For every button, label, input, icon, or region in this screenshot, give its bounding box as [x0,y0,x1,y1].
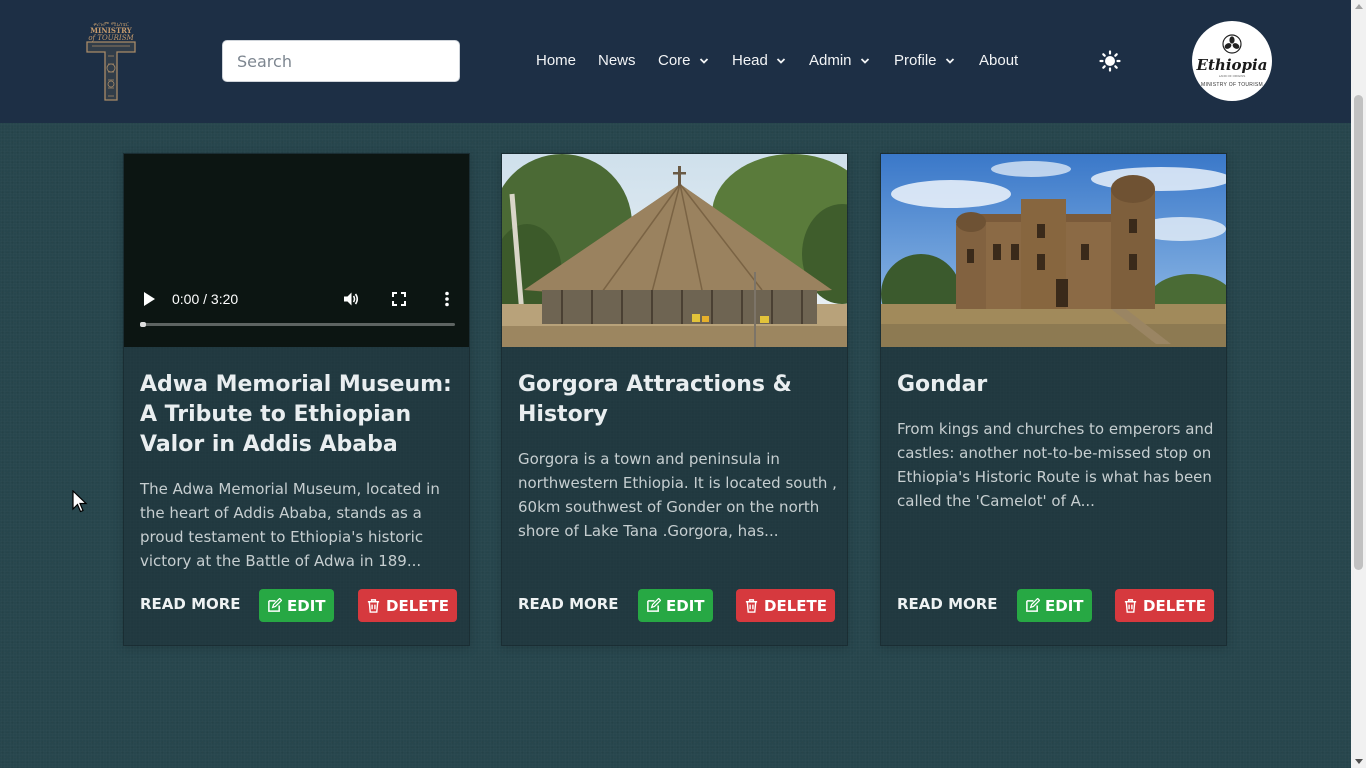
chevron-down-icon [945,58,954,64]
trash-icon [1124,599,1137,613]
delete-label: DELETE [386,596,449,615]
edit-label: EDIT [287,596,326,615]
nav-admin-dropdown[interactable]: Admin [809,51,870,71]
edit-button[interactable]: EDIT [638,589,713,622]
video-time: 0:00 / 3:20 [172,291,239,307]
card-description: From kings and churches to emperors and … [897,420,1214,510]
attraction-card: Gondar From kings and churches to empero… [880,153,1227,646]
edit-button[interactable]: EDIT [259,589,334,622]
edit-icon [647,598,661,612]
ethiopia-emblem-icon [1222,34,1242,54]
page-scrollbar[interactable] [1351,0,1366,768]
card-image[interactable] [502,154,847,347]
theme-toggle-button[interactable] [1099,50,1121,72]
nav-home-label: Home [536,52,577,69]
attraction-card: 0:00 / 3:20 Adwa Memorial Museum: A Trib… [123,153,470,646]
nav-core-dropdown[interactable]: Core [658,51,709,71]
svg-text:of TOURISM: of TOURISM [88,34,134,42]
delete-button[interactable]: DELETE [358,589,457,622]
delete-button[interactable]: DELETE [1115,589,1214,622]
nav-head-label: Head [732,52,768,69]
card-title: Adwa Memorial Museum: A Tribute to Ethio… [140,372,452,457]
fullscreen-icon[interactable] [392,291,406,307]
delete-label: DELETE [1143,596,1206,615]
sun-icon [1099,50,1121,72]
chevron-down-icon [699,58,708,64]
card-title: Gorgora Attractions & History [518,372,792,427]
card-image[interactable] [881,154,1226,347]
nav-home[interactable]: Home [536,51,576,71]
video-progress-bar[interactable] [140,322,455,327]
edit-label: EDIT [666,596,705,615]
nav-news-label: News [598,52,636,69]
play-icon[interactable] [142,291,156,307]
scroll-down-arrow-icon[interactable] [1355,759,1363,764]
ethiopia-brand-logo[interactable]: Ethiopia LAND OF ORIGINS MINISTRY OF TOU… [1192,21,1272,101]
edit-icon [1026,598,1040,612]
nav-about-label: About [979,52,1019,69]
nav-profile-label: Profile [894,52,937,69]
delete-label: DELETE [764,596,827,615]
trash-icon [745,599,758,613]
video-progress-knob[interactable] [140,322,146,327]
search-input[interactable] [222,40,460,82]
nav-admin-label: Admin [809,52,852,69]
gondar-castle-image [881,154,1226,347]
read-more-link[interactable]: READ MORE [518,595,619,613]
ministry-t-logo-icon: ቱሪዝም ሚኒስቴር MINISTRY of TOURISM [86,22,136,101]
card-description: The Adwa Memorial Museum, located in the… [140,480,440,570]
scrollbar-thumb[interactable] [1354,95,1363,570]
edit-button[interactable]: EDIT [1017,589,1092,622]
read-more-link[interactable]: READ MORE [897,595,998,613]
nav-news[interactable]: News [598,51,636,71]
card-description: Gorgora is a town and peninsula in north… [518,450,837,540]
round-church-image [502,154,847,347]
volume-icon[interactable] [343,291,359,307]
navbar: ቱሪዝም ሚኒስቴር MINISTRY of TOURISM Home News… [0,0,1351,123]
nav-core-label: Core [658,52,691,69]
nav-head-dropdown[interactable]: Head [732,51,786,71]
trash-icon [367,599,380,613]
brand-tagline: LAND OF ORIGINS [1218,74,1246,78]
edit-label: EDIT [1045,596,1084,615]
delete-button[interactable]: DELETE [736,589,835,622]
read-more-link[interactable]: READ MORE [140,595,241,613]
attraction-card: Gorgora Attractions & History Gorgora is… [501,153,848,646]
nav-about[interactable]: About [979,51,1018,71]
card-title: Gondar [897,372,988,397]
scroll-up-arrow-icon[interactable] [1355,4,1363,9]
chevron-down-icon [776,58,785,64]
brand-subtitle: MINISTRY OF TOURISM [1200,82,1263,88]
more-options-icon[interactable] [444,291,450,307]
mouse-cursor-icon [72,490,88,513]
brand-name: Ethiopia [1196,56,1268,74]
chevron-down-icon [860,58,869,64]
ministry-logo[interactable]: ቱሪዝም ሚኒስቴር MINISTRY of TOURISM [84,20,138,102]
edit-icon [268,598,282,612]
nav-profile-dropdown[interactable]: Profile [894,51,955,71]
video-player[interactable]: 0:00 / 3:20 [124,154,469,347]
